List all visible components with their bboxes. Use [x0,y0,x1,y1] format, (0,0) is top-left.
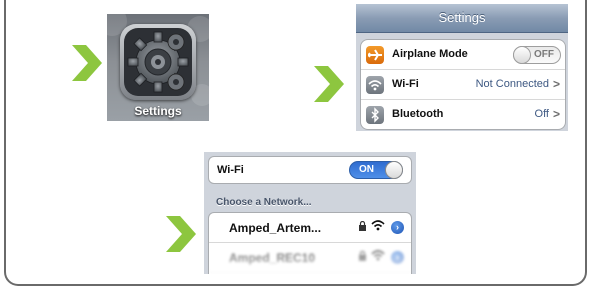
wifi-label: Wi-Fi [392,78,419,90]
settings-app-icon[interactable] [120,24,196,100]
gear-icon [124,28,192,96]
settings-group: Airplane Mode OFF Wi-Fi Not Connected > [360,39,566,130]
lock-icon [358,220,367,233]
wifi-icon [366,76,384,94]
wifi-screen: Wi-Fi ON Choose a Network... Amped_Artem… [204,152,416,274]
wifi-toggle-row: Wi-Fi ON [208,156,412,184]
settings-row-airplane-mode[interactable]: Airplane Mode OFF [361,40,565,70]
disclosure-button-icon[interactable]: › [391,221,404,234]
bluetooth-label: Bluetooth [392,108,444,120]
disclosure-button-icon[interactable]: › [391,251,404,264]
settings-app-label: Settings [134,104,182,118]
airplane-toggle-text: OFF [534,49,554,60]
wifi-signal-icon [371,219,385,234]
lock-icon [358,250,367,263]
choose-network-header: Choose a Network... [216,197,312,208]
wifi-toggle-text: ON [359,164,374,175]
network-name: Amped_Artem... [229,221,322,235]
home-screen-crop: Settings [107,14,209,121]
settings-row-bluetooth[interactable]: Bluetooth Off > [361,100,565,129]
chevron-right-icon: > [552,107,560,121]
chevron-right-icon: > [552,77,560,91]
step-arrow-icon [314,66,344,102]
bluetooth-icon [366,106,384,124]
bluetooth-status-value: Off [534,108,549,120]
wifi-toggle[interactable]: ON [349,161,403,179]
network-row[interactable]: Amped_REC10 › [209,243,411,273]
airplane-mode-toggle[interactable]: OFF [513,46,561,64]
step-arrow-icon [72,45,102,81]
wifi-status-value: Not Connected [475,78,549,90]
settings-screen: Settings Airplane Mode OFF Wi-Fi Not Con… [356,4,568,131]
step-arrow-icon [166,216,196,252]
airplane-icon [366,46,384,64]
wifi-signal-icon [371,249,385,264]
settings-row-wifi[interactable]: Wi-Fi Not Connected > [361,70,565,100]
settings-nav-title: Settings [356,4,568,33]
wifi-toggle-label: Wi-Fi [217,164,244,176]
network-list: Amped_Artem... › Amped_REC10 › [208,212,412,274]
airplane-mode-label: Airplane Mode [392,48,468,60]
network-row[interactable]: Amped_Artem... › [209,213,411,243]
network-name: Amped_REC10 [229,251,316,265]
